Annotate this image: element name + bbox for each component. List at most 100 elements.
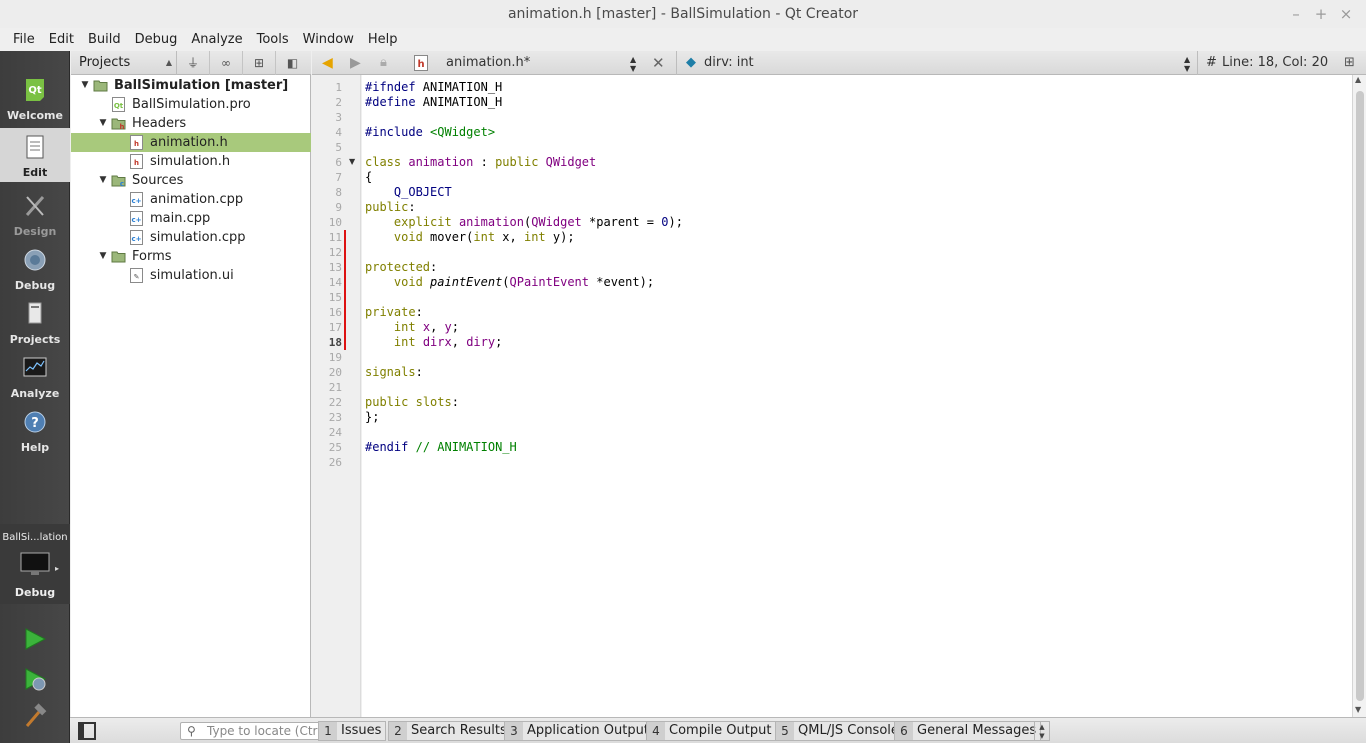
- tree-item-label: Headers: [132, 116, 187, 131]
- tree-item[interactable]: c+ animation.cpp: [71, 190, 311, 209]
- maximize-button[interactable]: +: [1311, 4, 1331, 24]
- symbol-combo[interactable]: ◆ dirv: int ▲ ▼: [682, 51, 1194, 75]
- code-line: explicit animation(QWidget *parent = 0);: [365, 215, 683, 230]
- code-token: ,: [451, 335, 467, 349]
- code-token: #define: [365, 95, 416, 109]
- editor-vertical-scrollbar[interactable]: ▲ ▼: [1352, 75, 1366, 717]
- output-pane-button[interactable]: 4 Compile Output: [646, 721, 777, 741]
- tree-item[interactable]: ▼ h Headers: [71, 114, 311, 133]
- menu-build[interactable]: Build: [81, 32, 128, 47]
- output-pane-button[interactable]: 3 Application Output: [504, 721, 654, 741]
- ui-file-icon: ✎: [129, 268, 144, 283]
- svg-text:h: h: [134, 140, 139, 148]
- bug-icon: [24, 249, 46, 271]
- menu-help[interactable]: Help: [361, 32, 405, 47]
- code-token: paintEvent: [430, 275, 503, 289]
- tree-item[interactable]: c+ main.cpp: [71, 209, 311, 228]
- tree-item[interactable]: h animation.h: [71, 133, 311, 152]
- tree-item[interactable]: Qt BallSimulation.pro: [71, 95, 311, 114]
- sync-with-editor-button[interactable]: ∞: [210, 50, 243, 75]
- minimize-button[interactable]: –: [1286, 4, 1306, 24]
- expand-arrow-icon[interactable]: ▼: [79, 76, 91, 95]
- output-pane-button[interactable]: 2 Search Results: [388, 721, 512, 741]
- expand-arrow-icon[interactable]: ▼: [97, 114, 109, 133]
- expand-arrow-icon[interactable]: ▼: [97, 247, 109, 266]
- filter-icon: ⏚: [186, 56, 199, 70]
- svg-text:h: h: [417, 59, 424, 70]
- code-token: QWidget: [531, 215, 582, 229]
- run-button[interactable]: [22, 626, 48, 652]
- window-titlebar: animation.h [master] - BallSimulation - …: [0, 0, 1366, 28]
- svg-text:c+: c+: [131, 235, 141, 243]
- filter-tree-button[interactable]: ⏚: [177, 50, 210, 75]
- close-document-icon[interactable]: ✕: [652, 51, 665, 75]
- go-back-icon[interactable]: ◀: [322, 51, 333, 75]
- code-token: ,: [430, 320, 445, 334]
- line-number: 10: [328, 216, 342, 229]
- code-token: int: [393, 335, 416, 349]
- debug-run-button[interactable]: [22, 666, 48, 692]
- mode-debug[interactable]: Debug: [0, 241, 70, 295]
- line-number: 20: [328, 366, 342, 379]
- split-editor-icon[interactable]: ⊞: [1344, 51, 1355, 75]
- pane-label: Search Results: [411, 723, 507, 738]
- kit-target-selector[interactable]: BallSi...lation ▸ Debug: [0, 524, 70, 604]
- cursor-position-label[interactable]: Line: 18, Col: 20: [1222, 51, 1328, 75]
- more-panes-arrows-icon[interactable]: ▲ ▼: [1034, 721, 1050, 741]
- code-editor[interactable]: #ifndef ANIMATION_H #define ANIMATION_H #i…: [362, 75, 1352, 717]
- code-token: :: [415, 365, 423, 379]
- menu-file[interactable]: File: [6, 32, 42, 47]
- mode-label: Edit: [22, 166, 48, 179]
- line-number: 12: [328, 246, 342, 259]
- code-token: ;: [495, 335, 503, 349]
- mode-analyze[interactable]: Analyze: [0, 349, 70, 403]
- fold-marker-icon[interactable]: ▼: [349, 157, 355, 166]
- tree-item[interactable]: ▼ Forms: [71, 247, 311, 266]
- mode-projects[interactable]: Projects: [0, 295, 70, 349]
- menu-analyze[interactable]: Analyze: [184, 32, 249, 47]
- code-token: slots: [415, 395, 452, 409]
- pane-label: General Messages: [917, 723, 1037, 738]
- line-number: 22: [328, 396, 342, 409]
- close-window-button[interactable]: ×: [1336, 4, 1356, 24]
- menu-edit[interactable]: Edit: [42, 32, 81, 47]
- output-pane-button[interactable]: 6 General Messages: [894, 721, 1042, 741]
- pane-number: 2: [389, 722, 407, 740]
- menu-window[interactable]: Window: [296, 32, 361, 47]
- menu-bar: File Edit Build Debug Analyze Tools Wind…: [0, 28, 1366, 51]
- tree-item[interactable]: ▼ BallSimulation [master]: [71, 76, 311, 95]
- menu-tools[interactable]: Tools: [250, 32, 296, 47]
- tree-item-label: simulation.ui: [150, 268, 234, 283]
- tree-item[interactable]: h simulation.h: [71, 152, 311, 171]
- line-number: 9: [335, 201, 342, 214]
- mode-welcome[interactable]: Qt Welcome: [0, 71, 70, 125]
- go-forward-icon[interactable]: ▶: [350, 51, 361, 75]
- sidebar-close-icon: ◧: [286, 55, 299, 70]
- output-pane-button[interactable]: 5 QML/JS Console: [775, 721, 904, 741]
- tree-item[interactable]: ▼ c Sources: [71, 171, 311, 190]
- mode-edit[interactable]: Edit: [0, 128, 70, 182]
- mode-label: Help: [20, 441, 50, 454]
- toggle-sidebar-icon[interactable]: [78, 722, 96, 740]
- tree-item-label: main.cpp: [150, 211, 211, 226]
- scrollbar-thumb[interactable]: [1356, 91, 1364, 701]
- mode-help[interactable]: ? Help: [0, 403, 70, 457]
- expand-arrow-icon[interactable]: ▼: [97, 171, 109, 190]
- build-hammer-button[interactable]: [22, 703, 48, 729]
- split-navigator-button[interactable]: ⊞: [243, 50, 276, 75]
- scroll-up-arrow-icon[interactable]: ▲: [1355, 75, 1361, 84]
- mode-design[interactable]: Design: [0, 187, 70, 241]
- code-token: ANIMATION_H: [415, 80, 503, 94]
- close-sidebar-button[interactable]: ◧: [276, 51, 309, 75]
- navigator-view-combo[interactable]: Projects ▲▼: [71, 50, 177, 91]
- monitor-icon: [20, 552, 50, 575]
- tree-item[interactable]: ✎ simulation.ui: [71, 266, 311, 285]
- scroll-down-arrow-icon[interactable]: ▼: [1355, 705, 1361, 714]
- tree-item[interactable]: c+ simulation.cpp: [71, 228, 311, 247]
- code-line: Q_OBJECT: [365, 185, 452, 200]
- output-pane-button[interactable]: 1 Issues: [318, 721, 387, 741]
- svg-text:h: h: [134, 159, 139, 167]
- open-documents-combo[interactable]: animation.h* ▲ ▼: [436, 51, 642, 75]
- split-icon: ⊞: [253, 55, 265, 70]
- menu-debug[interactable]: Debug: [128, 32, 185, 47]
